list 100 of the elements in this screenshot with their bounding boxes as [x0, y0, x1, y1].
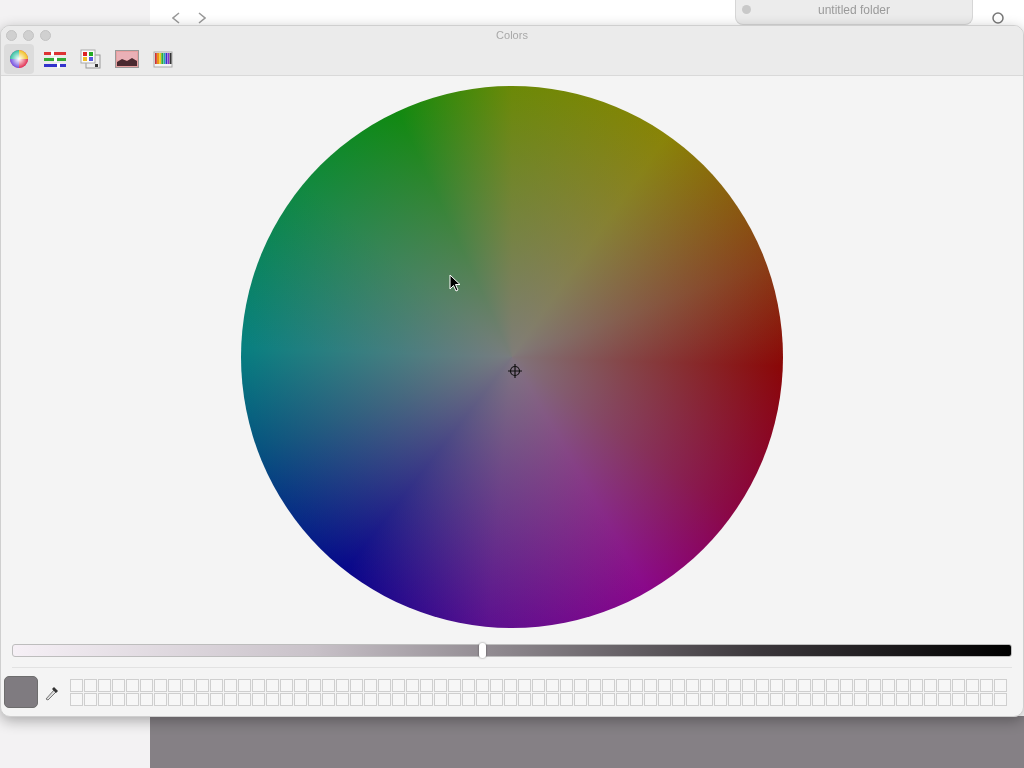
swatch-slot[interactable]	[182, 692, 195, 706]
swatch-slot[interactable]	[980, 692, 993, 706]
swatch-slot[interactable]	[672, 678, 685, 692]
swatch-slot[interactable]	[490, 692, 503, 706]
swatch-slot[interactable]	[406, 692, 419, 706]
swatch-slot[interactable]	[392, 692, 405, 706]
swatch-slot[interactable]	[308, 678, 321, 692]
swatch-slot[interactable]	[392, 678, 405, 692]
swatch-slot[interactable]	[490, 678, 503, 692]
swatch-slot[interactable]	[280, 678, 293, 692]
swatch-slot[interactable]	[840, 692, 853, 706]
swatch-slot[interactable]	[742, 678, 755, 692]
swatch-slot[interactable]	[168, 692, 181, 706]
swatch-slot[interactable]	[420, 678, 433, 692]
swatch-slot[interactable]	[532, 692, 545, 706]
swatch-slot[interactable]	[504, 678, 517, 692]
swatch-slot[interactable]	[798, 678, 811, 692]
slider-thumb[interactable]	[479, 643, 487, 658]
swatch-slot[interactable]	[462, 692, 475, 706]
swatch-slot[interactable]	[700, 678, 713, 692]
swatch-slot[interactable]	[882, 678, 895, 692]
swatch-slot[interactable]	[966, 678, 979, 692]
swatch-slot[interactable]	[882, 692, 895, 706]
swatch-slot[interactable]	[546, 692, 559, 706]
swatch-slot[interactable]	[224, 678, 237, 692]
swatch-slot[interactable]	[672, 692, 685, 706]
swatch-slot[interactable]	[616, 678, 629, 692]
swatch-slot[interactable]	[714, 692, 727, 706]
swatch-slot[interactable]	[112, 678, 125, 692]
swatch-slot[interactable]	[196, 678, 209, 692]
swatch-slot[interactable]	[630, 692, 643, 706]
swatch-slot[interactable]	[434, 692, 447, 706]
swatch-slot[interactable]	[686, 692, 699, 706]
swatch-slot[interactable]	[658, 692, 671, 706]
swatch-slot[interactable]	[112, 692, 125, 706]
swatch-slot[interactable]	[126, 678, 139, 692]
swatch-slot[interactable]	[350, 692, 363, 706]
swatch-slot[interactable]	[658, 678, 671, 692]
swatch-slot[interactable]	[252, 692, 265, 706]
swatch-slot[interactable]	[322, 678, 335, 692]
swatch-slot[interactable]	[994, 678, 1007, 692]
swatch-slot[interactable]	[868, 692, 881, 706]
swatch-slot[interactable]	[210, 678, 223, 692]
swatch-slot[interactable]	[448, 692, 461, 706]
swatch-slot[interactable]	[168, 678, 181, 692]
swatch-slot[interactable]	[238, 678, 251, 692]
swatch-slot[interactable]	[504, 692, 517, 706]
swatch-slot[interactable]	[294, 678, 307, 692]
swatch-slot[interactable]	[336, 678, 349, 692]
crosshair-icon[interactable]	[508, 364, 522, 378]
swatch-slot[interactable]	[196, 692, 209, 706]
swatch-slot[interactable]	[462, 678, 475, 692]
swatch-slot[interactable]	[756, 692, 769, 706]
swatch-slot[interactable]	[924, 678, 937, 692]
swatch-slot[interactable]	[140, 692, 153, 706]
swatch-slot[interactable]	[910, 692, 923, 706]
swatch-slot[interactable]	[182, 678, 195, 692]
swatch-slot[interactable]	[756, 678, 769, 692]
swatch-slot[interactable]	[140, 678, 153, 692]
swatch-slot[interactable]	[406, 678, 419, 692]
swatch-slot[interactable]	[938, 692, 951, 706]
swatch-slot[interactable]	[364, 678, 377, 692]
swatch-slot[interactable]	[938, 678, 951, 692]
swatch-slot[interactable]	[854, 692, 867, 706]
swatch-slot[interactable]	[770, 692, 783, 706]
swatch-slot[interactable]	[742, 692, 755, 706]
color-well[interactable]	[4, 676, 38, 708]
swatch-slot[interactable]	[518, 678, 531, 692]
close-button[interactable]	[6, 29, 17, 41]
swatch-slot[interactable]	[854, 678, 867, 692]
swatch-slot[interactable]	[518, 692, 531, 706]
swatch-slot[interactable]	[686, 678, 699, 692]
swatch-slot[interactable]	[364, 692, 377, 706]
swatch-slot[interactable]	[574, 692, 587, 706]
swatch-slot[interactable]	[546, 678, 559, 692]
swatch-slot[interactable]	[644, 692, 657, 706]
swatch-slot[interactable]	[910, 678, 923, 692]
swatch-slot[interactable]	[434, 678, 447, 692]
swatch-slot[interactable]	[952, 692, 965, 706]
swatch-slot[interactable]	[378, 678, 391, 692]
finder-tab[interactable]: untitled folder	[735, 0, 973, 25]
swatch-slot[interactable]	[868, 678, 881, 692]
swatch-slot[interactable]	[224, 692, 237, 706]
swatch-slot[interactable]	[840, 678, 853, 692]
brightness-slider[interactable]	[12, 644, 1012, 657]
swatch-slot[interactable]	[798, 692, 811, 706]
swatch-slot[interactable]	[154, 692, 167, 706]
swatch-slot[interactable]	[700, 692, 713, 706]
swatch-slot[interactable]	[84, 678, 97, 692]
swatch-slot[interactable]	[420, 692, 433, 706]
swatch-slot[interactable]	[378, 692, 391, 706]
swatch-slot[interactable]	[266, 678, 279, 692]
swatch-slot[interactable]	[644, 678, 657, 692]
swatch-slot[interactable]	[84, 692, 97, 706]
search-icon[interactable]	[992, 12, 1006, 26]
swatch-slot[interactable]	[98, 678, 111, 692]
swatch-slot[interactable]	[728, 678, 741, 692]
swatch-slot[interactable]	[280, 692, 293, 706]
swatch-slot[interactable]	[588, 692, 601, 706]
swatch-slot[interactable]	[602, 692, 615, 706]
